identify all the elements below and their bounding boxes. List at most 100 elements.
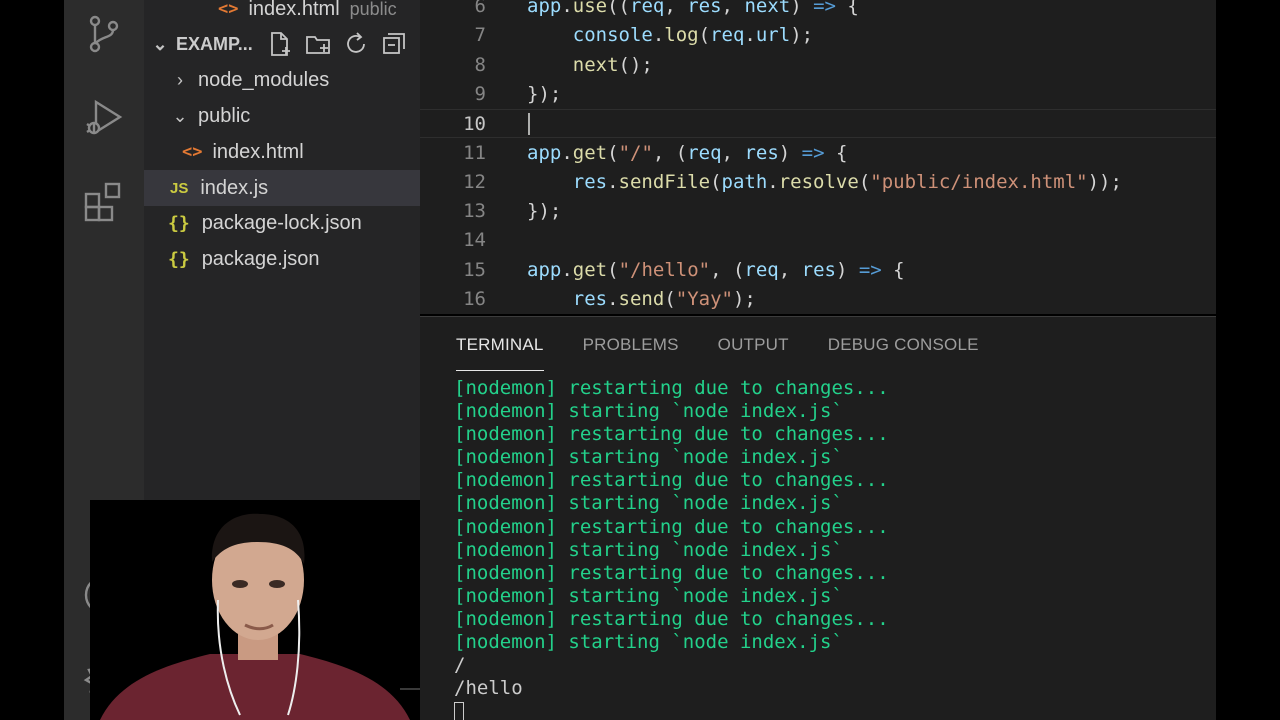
- terminal-line: [nodemon] restarting due to changes...: [454, 377, 889, 399]
- code-token: {: [881, 258, 905, 281]
- code-token: ,: [721, 0, 745, 17]
- code-token: (: [664, 288, 676, 310]
- code-token: .: [561, 258, 573, 281]
- collapse-all-icon[interactable]: [380, 30, 408, 58]
- tab-output[interactable]: OUTPUT: [718, 335, 789, 371]
- tree-item-package-lock-json[interactable]: {} package-lock.json: [144, 205, 420, 241]
- tree-item-label: index.js: [200, 176, 269, 199]
- terminal-output[interactable]: [nodemon] restarting due to changes... [n…: [454, 377, 889, 720]
- code-token: .: [607, 170, 619, 193]
- code-token: get: [572, 141, 608, 164]
- tree-item-package-json[interactable]: {} package.json: [144, 241, 420, 277]
- code-line[interactable]: 11 app.get("/", (req, res) => {: [420, 139, 1216, 168]
- code-token: , (: [652, 141, 688, 164]
- terminal-line: [nodemon] starting `node index.js`: [454, 538, 843, 561]
- code-token: send: [618, 288, 665, 310]
- code-editor[interactable]: 6 app.use((req, res, next) => {7 console.…: [420, 0, 1216, 314]
- refresh-icon[interactable]: [342, 30, 370, 58]
- code-token: );: [790, 24, 814, 47]
- tree-item-index-js[interactable]: JS index.js: [144, 170, 420, 206]
- code-line[interactable]: 7 console.log(req.url);: [420, 21, 1216, 50]
- code-line[interactable]: 8 next();: [420, 51, 1216, 80]
- tree-item-node-modules[interactable]: › node_modules: [144, 62, 420, 98]
- code-text: app.get("/", (req, res) => {: [527, 139, 847, 168]
- tab-terminal[interactable]: TERMINAL: [456, 335, 544, 371]
- code-text: app.get("/hello", (req, res) => {: [527, 256, 905, 285]
- code-token: res: [572, 288, 608, 310]
- code-token: .: [767, 170, 779, 193]
- explorer-section-header[interactable]: ⌄ EXAMP...: [144, 26, 420, 62]
- webcam-overlay: [90, 500, 420, 720]
- code-token: next: [572, 53, 619, 76]
- code-token: , (: [710, 258, 745, 281]
- terminal-line: [nodemon] starting `node index.js`: [454, 584, 843, 607]
- code-token: url: [755, 24, 791, 47]
- line-number: 12: [463, 170, 486, 193]
- code-token: .: [561, 0, 573, 17]
- code-token: req: [630, 0, 665, 17]
- code-token: ): [778, 141, 802, 164]
- new-folder-icon[interactable]: [304, 30, 332, 58]
- code-line[interactable]: 14: [420, 226, 1216, 255]
- code-line[interactable]: 12 res.sendFile(path.resolve("public/ind…: [420, 168, 1216, 197]
- code-text: next();: [527, 51, 653, 80]
- terminal-line: [nodemon] starting `node index.js`: [454, 492, 843, 515]
- code-token: =>: [813, 0, 836, 17]
- terminal-line: [nodemon] restarting due to changes...: [454, 515, 889, 538]
- code-line[interactable]: 9});: [420, 80, 1216, 109]
- code-line[interactable]: 13});: [420, 197, 1216, 226]
- extensions-icon[interactable]: [82, 180, 126, 224]
- run-debug-icon[interactable]: [82, 96, 126, 140]
- bottom-panel: TERMINAL PROBLEMS OUTPUT DEBUG CONSOLE […: [420, 316, 1216, 720]
- code-token: (: [607, 141, 619, 164]
- terminal-line: /: [454, 654, 466, 677]
- line-number: 10: [463, 113, 486, 136]
- line-number: 14: [463, 229, 486, 252]
- tab-debug-console[interactable]: DEBUG CONSOLE: [828, 335, 979, 371]
- terminal-line: /hello: [454, 677, 523, 700]
- code-text: res.sendFile(path.resolve("public/index.…: [527, 168, 1122, 197]
- code-line[interactable]: 10: [420, 109, 1216, 139]
- tree-item-index-html[interactable]: <> index.html: [144, 134, 420, 170]
- code-token: ): [790, 0, 814, 17]
- line-number: 7: [474, 24, 486, 47]
- tab-problems[interactable]: PROBLEMS: [583, 335, 679, 371]
- tree-item-label: node_modules: [198, 68, 330, 91]
- terminal-prompt[interactable]: [454, 700, 889, 720]
- code-token: app: [527, 258, 562, 281]
- code-token: =>: [858, 258, 882, 281]
- tree-item-public[interactable]: ⌄ public: [144, 98, 420, 134]
- code-token: "/": [618, 141, 653, 164]
- code-token: next: [744, 0, 791, 17]
- code-token: ,: [664, 0, 688, 17]
- code-token: "/hello": [618, 258, 711, 281]
- code-token: (: [698, 24, 711, 47]
- code-token: get: [572, 258, 608, 281]
- code-token: res: [687, 0, 722, 17]
- html-file-icon: <>: [182, 142, 203, 162]
- code-token: app: [527, 141, 562, 164]
- code-text: app.use((req, res, next) => {: [527, 0, 859, 21]
- tree-item-label: public: [198, 104, 251, 127]
- code-line[interactable]: 6 app.use((req, res, next) => {: [420, 0, 1216, 21]
- new-file-icon[interactable]: [266, 30, 294, 58]
- code-token: ));: [1087, 170, 1122, 193]
- explorer-actions: [266, 30, 408, 58]
- chevron-right-icon: ›: [177, 69, 183, 90]
- code-token: (: [607, 258, 619, 281]
- code-line[interactable]: 16 res.send("Yay");: [420, 285, 1216, 314]
- open-editor-index-html[interactable]: <> index.html public: [144, 0, 420, 27]
- json-file-icon: {}: [168, 212, 190, 234]
- line-number: 8: [474, 53, 486, 76]
- source-control-icon[interactable]: [82, 12, 126, 56]
- code-token: res: [744, 141, 779, 164]
- code-token: ();: [618, 53, 653, 76]
- code-token: console: [572, 24, 653, 47]
- code-token: sendFile: [618, 170, 711, 193]
- panel-tabs: TERMINAL PROBLEMS OUTPUT DEBUG CONSOLE: [456, 335, 979, 371]
- terminal-cursor: [454, 702, 464, 720]
- tree-item-label: package-lock.json: [201, 211, 362, 234]
- line-number: 13: [463, 200, 486, 223]
- code-line[interactable]: 15 app.get("/hello", (req, res) => {: [420, 256, 1216, 285]
- code-token: });: [527, 82, 562, 105]
